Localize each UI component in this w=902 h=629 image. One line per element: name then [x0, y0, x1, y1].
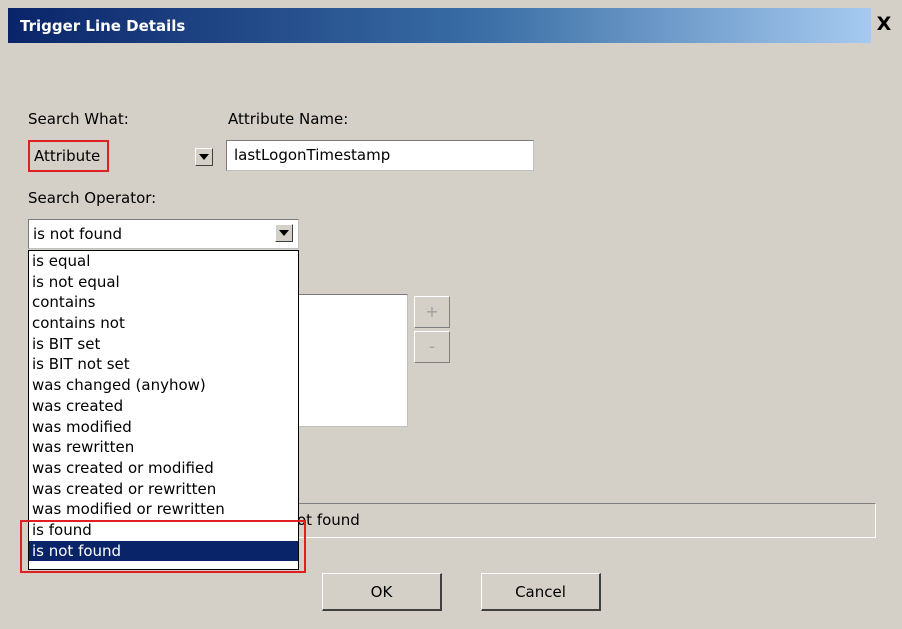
values-listbox[interactable]: [290, 294, 408, 427]
search-operator-option[interactable]: is BIT set: [29, 334, 298, 355]
search-operator-option[interactable]: was modified: [29, 417, 298, 438]
attribute-name-input[interactable]: lastLogonTimestamp: [226, 140, 534, 171]
chevron-down-icon[interactable]: [195, 148, 213, 166]
search-operator-option[interactable]: was created or modified: [29, 458, 298, 479]
search-operator-option[interactable]: was rewritten: [29, 437, 298, 458]
search-operator-option[interactable]: was modified or rewritten: [29, 499, 298, 520]
summary-text: ot found: [297, 511, 360, 529]
search-operator-value: is not found: [33, 225, 123, 243]
attribute-name-label: Attribute Name:: [228, 110, 349, 128]
close-icon[interactable]: X: [875, 13, 893, 35]
search-operator-option[interactable]: is BIT not set: [29, 354, 298, 375]
search-operator-option[interactable]: was created or rewritten: [29, 479, 298, 500]
add-value-button[interactable]: +: [414, 296, 450, 328]
remove-value-button[interactable]: -: [414, 331, 450, 363]
search-operator-option[interactable]: is equal: [29, 251, 298, 272]
search-operator-option[interactable]: contains not: [29, 313, 298, 334]
search-operator-option[interactable]: was changed (anyhow): [29, 375, 298, 396]
chevron-down-icon[interactable]: [275, 224, 293, 242]
title-bar: Trigger Line Details: [8, 8, 871, 43]
search-operator-dropdown[interactable]: is not found: [28, 219, 299, 249]
search-operator-option[interactable]: was created: [29, 396, 298, 417]
search-what-label: Search What:: [28, 110, 129, 128]
window-title: Trigger Line Details: [20, 17, 186, 35]
search-operator-label: Search Operator:: [28, 189, 157, 207]
trigger-line-details-dialog: Trigger Line Details X Search What: Attr…: [0, 0, 902, 629]
cancel-button[interactable]: Cancel: [481, 573, 601, 611]
found-options-highlight: [20, 520, 306, 573]
attribute-name-value: lastLogonTimestamp: [234, 146, 391, 164]
search-operator-option[interactable]: is not equal: [29, 272, 298, 293]
search-operator-option[interactable]: contains: [29, 292, 298, 313]
search-what-highlight: [28, 140, 109, 172]
ok-button[interactable]: OK: [322, 573, 442, 611]
summary-field: ot found: [290, 503, 876, 538]
